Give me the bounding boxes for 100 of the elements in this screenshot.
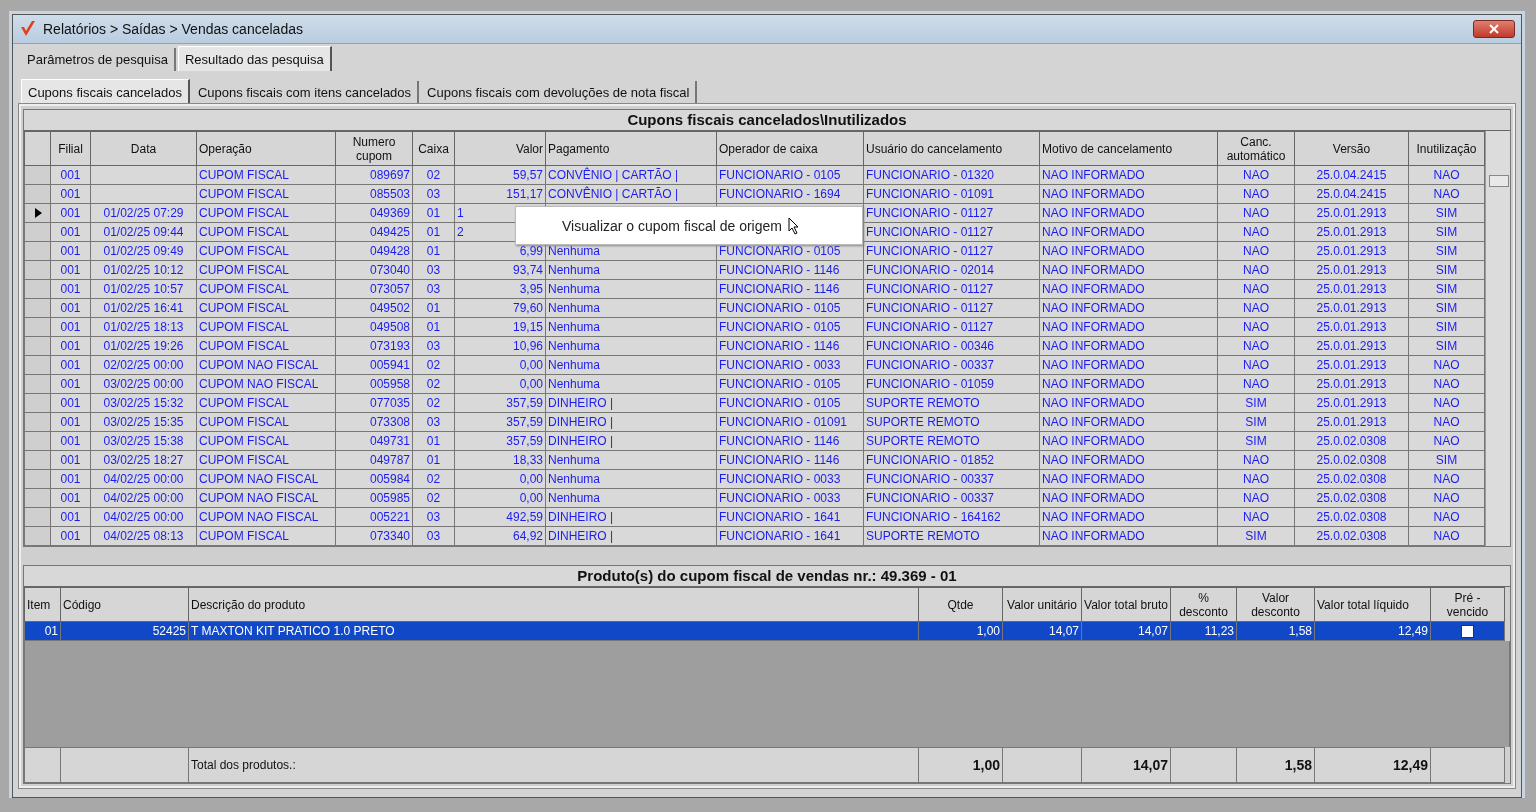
table-cell: 02 xyxy=(426,491,441,505)
table-cell: DINHEIRO | xyxy=(548,396,614,410)
table-cell: 04/02/25 00:00 xyxy=(103,472,184,486)
table-cell: 005221 xyxy=(369,510,410,524)
table-cell: Nenhuma xyxy=(548,339,601,353)
table-cell: FUNCIONARIO - 1146 xyxy=(719,339,840,353)
table-cell: FUNCIONARIO - 1641 xyxy=(719,529,841,543)
table-cell: 03/02/25 18:27 xyxy=(103,453,184,467)
table-cell: FUNCIONARIO - 01127 xyxy=(866,282,994,296)
total-label: Total dos produtos.: xyxy=(191,758,296,772)
table-cell: 073057 xyxy=(369,282,410,296)
table-cell: 001 xyxy=(60,168,81,182)
tab[interactable]: Cupons fiscais cancelados xyxy=(21,79,190,104)
table-cell: 25.0.01.2913 xyxy=(1316,396,1387,410)
table-cell: 049508 xyxy=(369,320,410,334)
table-cell: 59,57 xyxy=(512,168,543,182)
mouse-pointer-icon xyxy=(787,216,800,235)
table-cell: NAO xyxy=(1243,453,1269,467)
table-cell: 10,96 xyxy=(512,339,543,353)
table-cell: 25.0.01.2913 xyxy=(1316,377,1387,391)
column-header: Valor total bruto xyxy=(1081,587,1171,622)
table-cell: 03 xyxy=(426,529,441,543)
table-cell: NAO INFORMADO xyxy=(1042,225,1145,239)
table-cell: CONVÊNIO | CARTÃO | xyxy=(548,187,679,201)
table-cell: 001 xyxy=(60,187,81,201)
table-cell: 001 xyxy=(60,472,81,486)
table-cell: NAO INFORMADO xyxy=(1042,168,1145,182)
table-cell: 049425 xyxy=(369,225,410,239)
table-cell: FUNCIONARIO - 0105 xyxy=(719,244,841,258)
table-cell: NAO xyxy=(1433,187,1460,201)
table-cell: 12,49 xyxy=(1397,624,1428,638)
table-cell: NAO xyxy=(1433,358,1460,372)
table-cell: 52425 xyxy=(152,624,186,638)
table-cell: 01/02/25 16:41 xyxy=(103,301,184,315)
table-cell: SIM xyxy=(1435,206,1458,220)
table-cell: 25.0.04.2415 xyxy=(1316,187,1387,201)
table-cell: 01 xyxy=(426,434,441,448)
table-cell: NAO xyxy=(1243,339,1269,353)
table-cell: NAO INFORMADO xyxy=(1042,320,1145,334)
table-cell: 1,00 xyxy=(976,624,1000,638)
table-cell: NAO INFORMADO xyxy=(1042,396,1145,410)
table-cell: Nenhuma xyxy=(548,472,601,486)
table-cell: 03/02/25 15:35 xyxy=(103,415,184,429)
table-cell: FUNCIONARIO - 0105 xyxy=(719,396,841,410)
table-cell: NAO xyxy=(1243,168,1269,182)
table-cell: FUNCIONARIO - 00337 xyxy=(866,491,995,505)
table-cell: 357,59 xyxy=(506,396,543,410)
column-header: Código xyxy=(60,587,189,622)
table-cell: 03/02/25 00:00 xyxy=(103,377,184,391)
close-button[interactable] xyxy=(1473,20,1515,38)
table-cell: 01 xyxy=(426,206,441,220)
table-cell: CUPOM NAO FISCAL xyxy=(199,358,319,372)
table-cell: FUNCIONARIO - 01091 xyxy=(866,187,995,201)
table-cell: NAO xyxy=(1243,358,1269,372)
checkbox[interactable] xyxy=(1461,625,1474,639)
table-cell: 93,74 xyxy=(512,263,543,277)
table-cell: NAO INFORMADO xyxy=(1042,453,1145,467)
table-cell: SIM xyxy=(1435,244,1458,258)
table-cell: 02 xyxy=(426,377,441,391)
table-cell: DINHEIRO | xyxy=(548,529,614,543)
table-cell: 03 xyxy=(426,510,441,524)
tab[interactable]: Resultado das pesquisa xyxy=(177,46,332,71)
table-cell: 25.0.01.2913 xyxy=(1316,206,1387,220)
table-cell: 11,23 xyxy=(1204,624,1234,638)
table-cell: 001 xyxy=(60,396,81,410)
table-cell: 02 xyxy=(426,396,441,410)
table-cell: SIM xyxy=(1435,453,1458,467)
column-header: Pagamento xyxy=(545,131,717,166)
table-cell: 001 xyxy=(60,339,81,353)
table-cell: 01 xyxy=(44,624,58,638)
table-cell: NAO xyxy=(1433,472,1460,486)
table-cell: 25.0.02.0308 xyxy=(1316,472,1387,486)
table-cell: 049731 xyxy=(369,434,410,448)
table-cell: FUNCIONARIO - 164162 xyxy=(866,510,1001,524)
table-cell: CUPOM FISCAL xyxy=(199,282,289,296)
table-cell: 001 xyxy=(60,415,81,429)
table-cell: 1 xyxy=(457,206,464,220)
table-cell: NAO xyxy=(1243,320,1269,334)
table-cell: NAO INFORMADO xyxy=(1042,339,1145,353)
table-cell: FUNCIONARIO - 1146 xyxy=(719,282,840,296)
table-cell: 03 xyxy=(426,263,441,277)
scrollbar[interactable] xyxy=(1485,131,1510,546)
table-cell: NAO INFORMADO xyxy=(1042,187,1145,201)
table-cell: 01 xyxy=(426,301,441,315)
table-cell: 25.0.01.2913 xyxy=(1316,301,1387,315)
table-cell: NAO xyxy=(1243,244,1269,258)
table-cell: FUNCIONARIO - 0105 xyxy=(719,377,841,391)
column-header: Data xyxy=(90,131,197,166)
table-cell: FUNCIONARIO - 01320 xyxy=(866,168,995,182)
total-value: 14,07 xyxy=(1132,757,1168,773)
table-cell: FUNCIONARIO - 01127 xyxy=(866,320,994,334)
table-cell: NAO INFORMADO xyxy=(1042,529,1145,543)
table-cell: 073040 xyxy=(369,263,410,277)
table-cell: 25.0.02.0308 xyxy=(1316,510,1387,524)
column-header: Motivo de cancelamento xyxy=(1039,131,1218,166)
scroll-thumb[interactable] xyxy=(1489,175,1509,187)
table-cell: NAO INFORMADO xyxy=(1042,415,1145,429)
table-cell: NAO xyxy=(1243,206,1269,220)
table-cell: CUPOM FISCAL xyxy=(199,301,289,315)
table-cell: FUNCIONARIO - 0033 xyxy=(719,472,841,486)
